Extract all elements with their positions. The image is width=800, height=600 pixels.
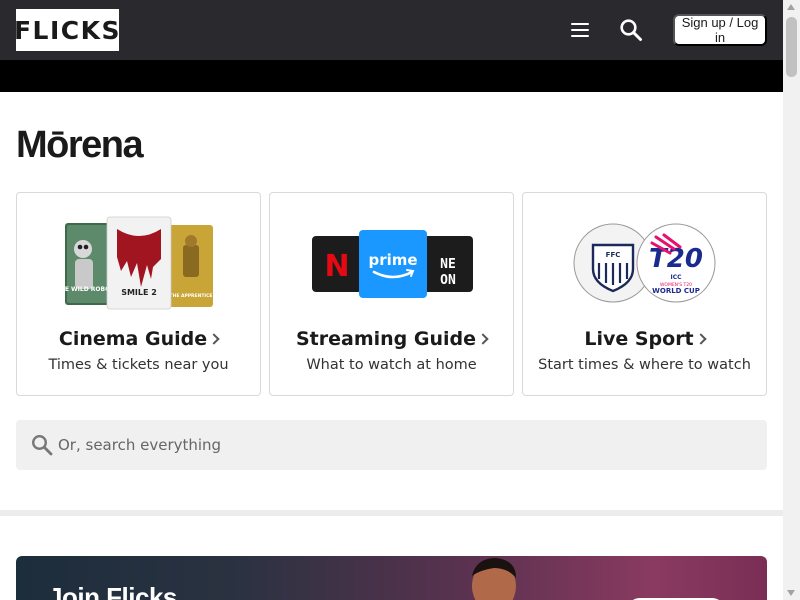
section-divider [0,510,783,516]
flicks-logo[interactable]: FLICKS [13,9,122,51]
netflix-logo-icon: N [312,236,362,292]
svg-text:T20: T20 [649,244,703,274]
svg-text:THE WILD ROBOT: THE WILD ROBOT [56,286,115,293]
svg-text:N: N [324,249,349,284]
movie-posters-illustration: THE WILD ROBOT THE APPRENTICE SMILE 2 [17,211,260,311]
promo-person-image [472,558,516,600]
icc-t20-world-cup-badge-icon: T20 ICC WOMEN'S T20 WORLD CUP [636,223,716,303]
neon-logo-icon: NE ON [423,236,473,292]
scroll-down-arrow-icon[interactable] [787,590,795,596]
live-sport-card[interactable]: FFC T20 ICC WOMEN'S T20 WORLD CUP Live S… [522,192,767,396]
cinema-guide-card[interactable]: THE WILD ROBOT THE APPRENTICE SMILE 2 Ci… [16,192,261,396]
vertical-scrollbar[interactable] [783,0,800,600]
sport-badges-illustration: FFC T20 ICC WOMEN'S T20 WORLD CUP [523,211,766,311]
streaming-guide-title: Streaming Guide [270,328,513,350]
streaming-guide-card[interactable]: N NE ON prime Streaming Guide What to wa… [269,192,514,396]
search-input[interactable] [58,420,758,470]
svg-text:WORLD CUP: WORLD CUP [652,287,700,295]
scroll-up-arrow-icon[interactable] [787,4,795,10]
svg-text:FFC: FFC [606,251,621,259]
streaming-guide-subtitle: What to watch at home [306,357,477,373]
top-navigation-bar: FLICKS Sign up / Log in [0,0,783,60]
chevron-right-icon [208,333,220,345]
svg-text:THE APPRENTICE: THE APPRENTICE [170,293,213,299]
svg-text:ICC: ICC [670,274,682,281]
chevron-right-icon [694,333,707,345]
chevron-right-icon [477,333,489,345]
scrollbar-thumb[interactable] [786,17,797,77]
promo-title: Join Flicks [48,582,177,600]
search-icon[interactable] [618,17,644,43]
logo-text: FLICKS [13,15,122,45]
page-title: Mōrena [16,124,144,166]
prime-video-logo-icon: prime [359,230,427,298]
header-black-band [0,60,783,92]
svg-text:ON: ON [440,273,456,288]
live-sport-subtitle: Start times & where to watch [538,357,751,373]
svg-text:prime: prime [368,251,417,269]
poster-smile-2: SMILE 2 [106,216,172,310]
live-sport-title: Live Sport [523,328,766,350]
cinema-guide-subtitle: Times & tickets near you [48,357,229,373]
hamburger-menu-icon[interactable] [568,18,592,42]
cinema-guide-title: Cinema Guide [17,328,260,350]
svg-text:SMILE 2: SMILE 2 [121,288,157,297]
signup-login-button[interactable]: Sign up / Log in [673,14,767,46]
join-flicks-banner[interactable]: Join Flicks [16,556,767,600]
poster-wild-robot: THE WILD ROBOT [56,223,115,305]
search-icon [31,434,53,456]
poster-apprentice: THE APPRENTICE [169,225,213,307]
streaming-logos-illustration: N NE ON prime [270,211,513,311]
search-bar[interactable] [16,420,767,470]
svg-text:NE: NE [440,257,456,272]
